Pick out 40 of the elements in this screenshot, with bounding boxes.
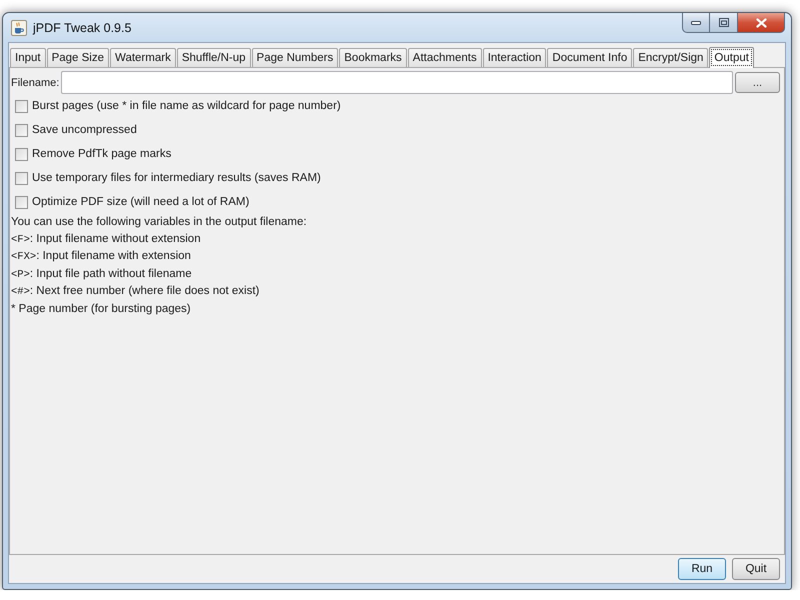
tab[interactable]: Shuffle/N-up [176,48,251,67]
option-label: Save uncompressed [32,124,137,136]
checkbox[interactable] [15,100,28,112]
tab[interactable]: Output [709,47,754,68]
coffee-cup-icon [11,20,27,36]
tab[interactable]: Page Numbers [252,48,338,67]
tab[interactable]: Document Info [547,48,632,67]
variable-description: <FX>: Input filename with extension [11,249,192,266]
minimize-button[interactable] [682,13,710,33]
run-button[interactable]: Run [678,558,726,580]
option-label: Remove PdfTk page marks [32,148,172,160]
maximize-button[interactable] [710,13,738,33]
checkbox[interactable] [15,196,28,208]
option-label: Burst pages (use * in file name as wildcard for page number) [32,100,341,112]
help-text: You can use the following variables in the output filename: [11,215,308,230]
filename-field[interactable] [61,71,733,94]
option-label: Use temporary files for intermediary results (saves RAM) [32,172,321,184]
browse-button[interactable]: ... [735,72,780,93]
variable-description: <#>: Next free number (where file does not exist) [11,284,260,300]
variable-description: * Page number (for bursting pages) [11,302,192,317]
restore-icon [718,18,728,27]
option-label: Optimize PDF size (will need a lot of RAM) [32,196,250,208]
tab[interactable]: Attachments [408,48,482,67]
checkbox[interactable] [15,124,28,136]
checkbox[interactable] [15,148,28,160]
tab[interactable]: Bookmarks [339,48,407,67]
close-button[interactable] [738,13,785,33]
filename-label: Filename: [11,76,60,88]
quit-button[interactable]: Quit [732,558,780,580]
variable-description: <P>: Input file path without filename [11,266,193,283]
tab[interactable]: Input [10,48,46,67]
tab[interactable]: Page Size [46,48,110,67]
minimize-icon [691,20,701,24]
checkbox[interactable] [15,172,28,184]
variable-description: <F>: Input filename without extension [11,232,202,248]
tab[interactable]: Interaction [482,48,546,67]
tab[interactable]: Encrypt/Sign [633,48,708,67]
window-title: jPDF Tweak 0.9.5 [33,20,132,34]
tab[interactable]: Watermark [110,48,176,67]
close-icon [756,18,766,28]
